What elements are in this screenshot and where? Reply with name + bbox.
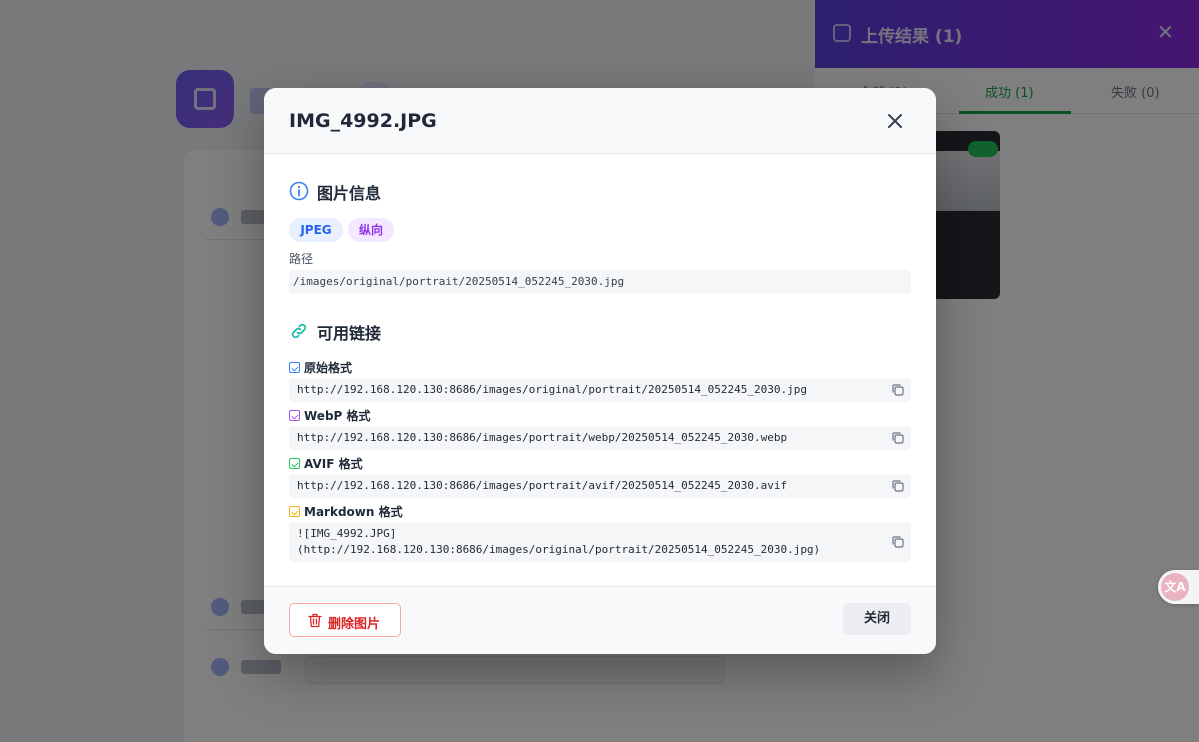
modal-header: IMG_4992.JPG	[264, 88, 936, 154]
image-detail-modal: IMG_4992.JPG 图片信息 JPEG 纵向 路径 /images/ori…	[264, 88, 936, 654]
translate-button[interactable]: 文A	[1158, 570, 1199, 604]
link-label-markdown: Markdown 格式	[289, 503, 403, 519]
section-title: 可用链接	[317, 324, 382, 343]
image-icon	[289, 410, 300, 421]
path-value[interactable]: /images/original/portrait/20250514_05224…	[289, 270, 911, 294]
link-label-text: 原始格式	[304, 361, 353, 375]
link-label-text: WebP 格式	[304, 409, 371, 423]
link-label-text: AVIF 格式	[304, 457, 363, 471]
copy-icon[interactable]	[891, 431, 905, 445]
image-icon	[289, 506, 300, 517]
copy-icon[interactable]	[891, 535, 905, 549]
delete-button-label: 删除图片	[328, 617, 381, 632]
path-label: 路径	[289, 252, 314, 266]
link-url[interactable]: http://192.168.120.130:8686/images/portr…	[297, 430, 877, 446]
link-url[interactable]: http://192.168.120.130:8686/images/origi…	[297, 382, 877, 398]
section-title: 图片信息	[317, 184, 382, 203]
link-box-markdown[interactable]: ![IMG_4992.JPG] (http://192.168.120.130:…	[289, 522, 911, 562]
link-box-webp[interactable]: http://192.168.120.130:8686/images/portr…	[289, 426, 911, 450]
link-label-text: Markdown 格式	[304, 505, 403, 519]
link-box-avif[interactable]: http://192.168.120.130:8686/images/portr…	[289, 474, 911, 498]
link-label-avif: AVIF 格式	[289, 455, 363, 471]
link-label-original: 原始格式	[289, 359, 352, 375]
format-tag: JPEG	[289, 218, 343, 242]
link-label-webp: WebP 格式	[289, 407, 371, 423]
link-icon	[291, 323, 307, 339]
copy-icon[interactable]	[891, 479, 905, 493]
markdown-snippet[interactable]: ![IMG_4992.JPG] (http://192.168.120.130:…	[297, 526, 877, 558]
trash-icon	[308, 613, 322, 628]
delete-image-button[interactable]: 删除图片	[289, 603, 401, 637]
copy-icon[interactable]	[891, 383, 905, 397]
close-icon[interactable]	[882, 108, 908, 134]
orientation-tag: 纵向	[348, 218, 394, 242]
image-icon	[289, 458, 300, 469]
info-icon	[289, 181, 309, 201]
image-icon	[289, 362, 300, 373]
link-box-original[interactable]: http://192.168.120.130:8686/images/origi…	[289, 378, 911, 402]
modal-footer: 删除图片 关闭	[264, 586, 936, 654]
close-button[interactable]: 关闭	[843, 603, 911, 635]
link-url[interactable]: http://192.168.120.130:8686/images/portr…	[297, 478, 877, 494]
modal-title: IMG_4992.JPG	[289, 110, 437, 132]
translate-icon: 文A	[1161, 573, 1189, 601]
